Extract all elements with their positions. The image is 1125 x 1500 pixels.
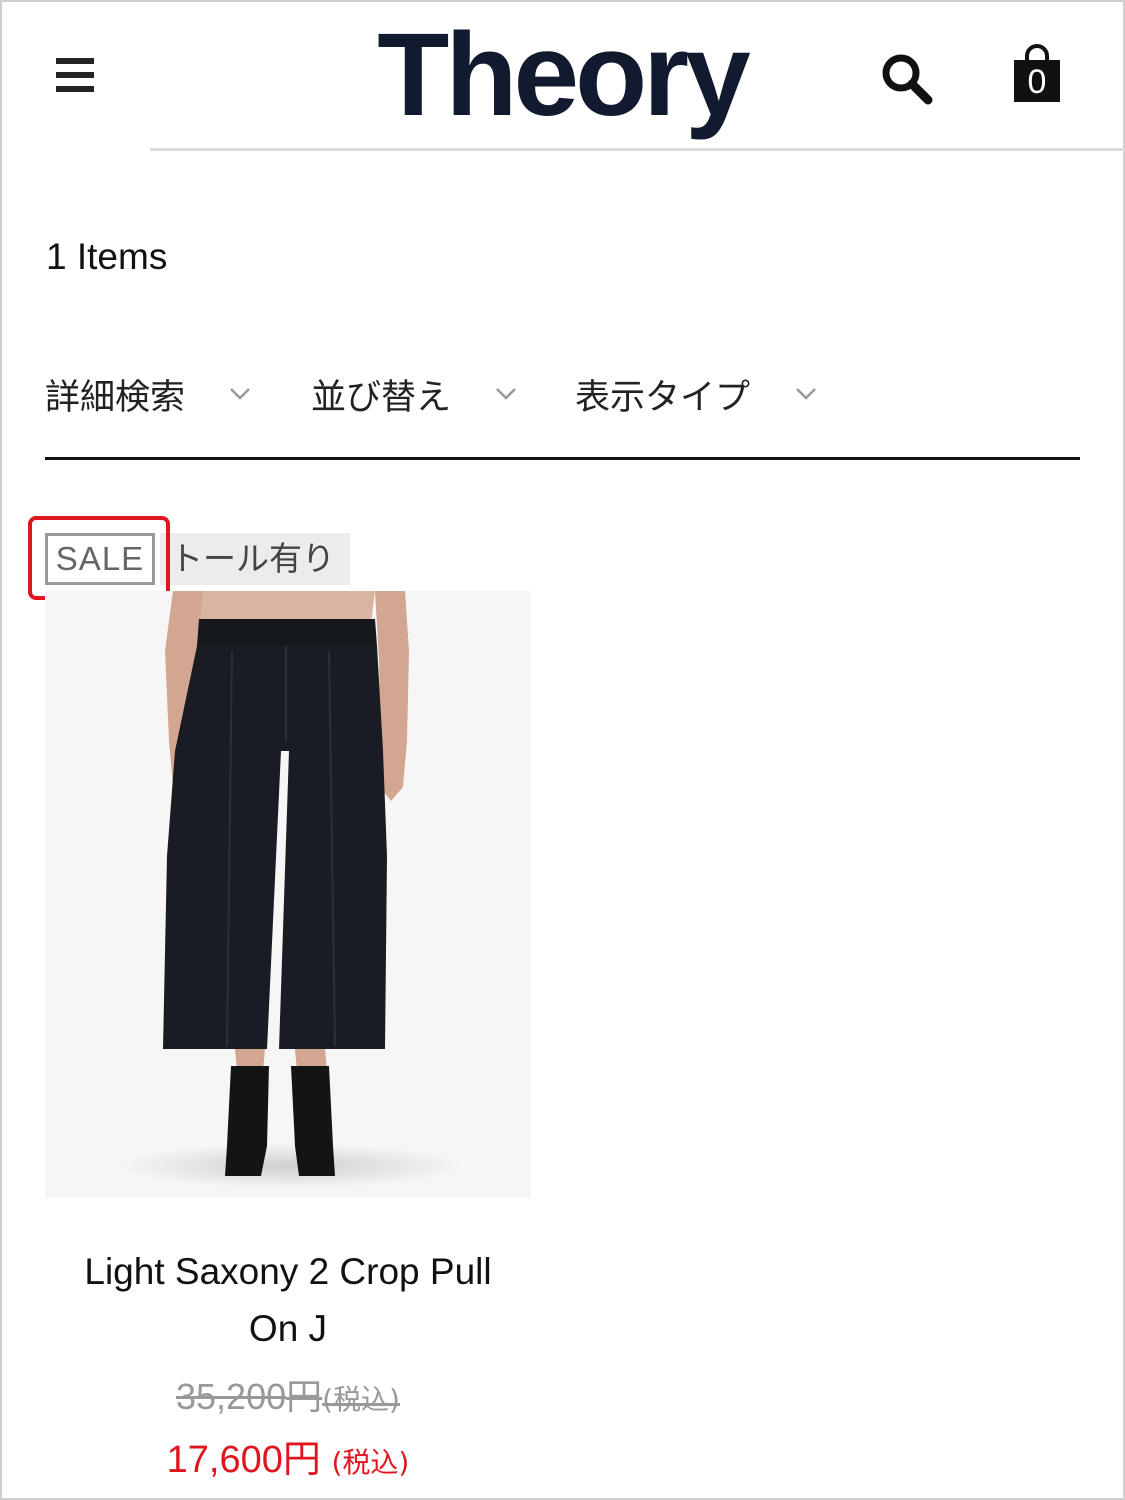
detail-search-label: 詳細検索 (45, 378, 186, 418)
filter-bar: 詳細検索 並び替え 表示タイプ (45, 360, 1080, 460)
chevron-down-icon (796, 388, 816, 400)
site-header: Theory 0 (0, 0, 1125, 151)
product-name-line1: Light Saxony 2 Crop Pull (84, 1251, 492, 1292)
original-price-currency: 円 (286, 1377, 323, 1418)
sale-price-currency: 円 (282, 1437, 321, 1481)
product-image[interactable] (45, 591, 531, 1198)
sale-badge-highlight (28, 516, 170, 600)
original-price-tax: (税込) (322, 1383, 400, 1416)
header-divider (150, 148, 1125, 151)
shopping-bag-icon[interactable]: 0 (1010, 42, 1064, 104)
detail-search-dropdown[interactable]: 詳細検索 (45, 368, 250, 428)
product-name-line2: On J (248, 1308, 328, 1349)
sort-label: 並び替え (311, 378, 452, 418)
item-count: 1 Items (46, 236, 168, 277)
original-price-amount: 35,200 (176, 1376, 287, 1417)
hamburger-menu-icon[interactable] (56, 58, 94, 92)
sale-price: 17,600円 (税込) (45, 1432, 531, 1490)
search-icon[interactable] (880, 52, 934, 106)
display-type-label: 表示タイプ (575, 378, 751, 418)
original-price: 35,200円(税込) (45, 1372, 531, 1425)
tall-available-tag: トール有り (160, 533, 350, 585)
display-type-dropdown[interactable]: 表示タイプ (575, 368, 816, 428)
sale-price-tax: (税込) (331, 1446, 410, 1479)
cart-count-badge: 0 (1027, 63, 1047, 101)
chevron-down-icon (230, 388, 250, 400)
product-name[interactable]: Light Saxony 2 Crop Pull On J (45, 1243, 531, 1357)
sale-price-amount: 17,600 (166, 1439, 283, 1481)
sort-dropdown[interactable]: 並び替え (311, 368, 516, 428)
chevron-down-icon (496, 388, 516, 400)
brand-logo[interactable]: Theory (362, 10, 762, 140)
